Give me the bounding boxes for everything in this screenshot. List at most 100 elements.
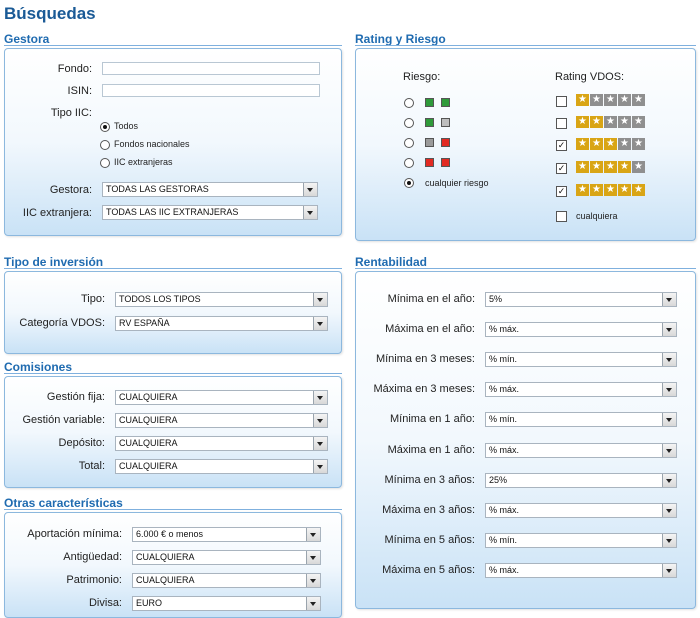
chevron-down-icon[interactable] (313, 437, 327, 450)
chevron-down-icon[interactable] (662, 504, 676, 517)
riesgo-radio-2[interactable] (404, 118, 414, 128)
gestora-select-value: TODAS LAS GESTORAS (106, 184, 209, 194)
rating-checkbox-1[interactable] (556, 96, 567, 107)
rentabilidad-select[interactable]: % máx. (485, 503, 677, 518)
riesgo-level-square-icon (441, 118, 450, 127)
rentabilidad-select[interactable]: % mín. (485, 352, 677, 367)
chevron-down-icon[interactable] (313, 414, 327, 427)
rating-checkbox-3[interactable]: ✓ (556, 140, 567, 151)
riesgo-radio-1[interactable] (404, 98, 414, 108)
star-icon: ★ (632, 138, 645, 150)
chevron-down-icon[interactable] (662, 353, 676, 366)
comisiones-heading: Comisiones (4, 360, 73, 374)
chevron-down-icon[interactable] (662, 383, 676, 396)
star-icon: ★ (632, 116, 645, 128)
chevron-down-icon[interactable] (662, 293, 676, 306)
rentabilidad-label: Mínima en 3 meses: (375, 353, 475, 365)
star-icon: ★ (632, 161, 645, 173)
chevron-down-icon[interactable] (313, 293, 327, 306)
star-icon: ★ (604, 116, 617, 128)
chevron-down-icon[interactable] (306, 597, 320, 610)
chevron-down-icon[interactable] (313, 460, 327, 473)
rentabilidad-select[interactable]: % máx. (485, 563, 677, 578)
star-icon: ★ (618, 161, 631, 173)
comisiones-divider (4, 373, 342, 374)
comision-select[interactable]: CUALQUIERA (115, 436, 328, 451)
comision-label: Gestión fija: (46, 391, 105, 403)
tipo-iic-radio-nacionales[interactable] (100, 140, 110, 150)
rentabilidad-select[interactable]: % mín. (485, 412, 677, 427)
star-icon: ★ (576, 184, 589, 196)
star-icon: ★ (590, 94, 603, 106)
chevron-down-icon[interactable] (662, 474, 676, 487)
chevron-down-icon[interactable] (303, 206, 317, 219)
iic-extranjera-select[interactable]: TODAS LAS IIC EXTRANJERAS (102, 205, 318, 220)
tipo-select-value: TODOS LOS TIPOS (119, 294, 201, 304)
categoria-select[interactable]: RV ESPAÑA (115, 316, 328, 331)
chevron-down-icon[interactable] (306, 528, 320, 541)
otras-heading: Otras características (4, 496, 123, 510)
star-icon: ★ (590, 161, 603, 173)
chevron-down-icon[interactable] (662, 413, 676, 426)
isin-input[interactable] (102, 84, 320, 97)
riesgo-radio-cualquier[interactable] (404, 178, 414, 188)
rentabilidad-select[interactable]: 25% (485, 473, 677, 488)
tipo-inversion-heading: Tipo de inversión (4, 255, 104, 269)
rentabilidad-select[interactable]: % máx. (485, 322, 677, 337)
page-title: Búsquedas (4, 4, 96, 23)
gestora-select[interactable]: TODAS LAS GESTORAS (102, 182, 318, 197)
rentabilidad-label: Máxima en 5 años: (382, 564, 475, 576)
rating-checkbox-4[interactable]: ✓ (556, 163, 567, 174)
rentabilidad-select[interactable]: % máx. (485, 382, 677, 397)
rating-checkbox-2[interactable] (556, 118, 567, 129)
chevron-down-icon[interactable] (313, 391, 327, 404)
riesgo-radio-4[interactable] (404, 158, 414, 168)
rating-heading: Rating y Riesgo (355, 32, 446, 46)
tipo-select[interactable]: TODOS LOS TIPOS (115, 292, 328, 307)
star-icon: ★ (604, 184, 617, 196)
otras-select[interactable]: CUALQUIERA (132, 550, 321, 565)
riesgo-radio-3[interactable] (404, 138, 414, 148)
otras-select[interactable]: EURO (132, 596, 321, 611)
rentabilidad-select[interactable]: % máx. (485, 443, 677, 458)
comision-select-value: CUALQUIERA (119, 415, 178, 425)
tipo-iic-radio-todos[interactable] (100, 122, 110, 132)
rentabilidad-select-value: % máx. (489, 505, 520, 515)
rentabilidad-divider (355, 268, 696, 269)
otras-select-value: 6.000 € o menos (136, 529, 204, 539)
chevron-down-icon[interactable] (662, 534, 676, 547)
chevron-down-icon[interactable] (662, 323, 676, 336)
chevron-down-icon[interactable] (662, 564, 676, 577)
tipo-iic-radio-extranjeras[interactable] (100, 158, 110, 168)
fondo-input[interactable] (102, 62, 320, 75)
rentabilidad-select[interactable]: 5% (485, 292, 677, 307)
comision-select[interactable]: CUALQUIERA (115, 413, 328, 428)
chevron-down-icon[interactable] (303, 183, 317, 196)
otras-select-value: CUALQUIERA (136, 552, 195, 562)
rating-checkbox-5[interactable]: ✓ (556, 186, 567, 197)
rentabilidad-select[interactable]: % mín. (485, 533, 677, 548)
riesgo-level-square-icon (441, 98, 450, 107)
rentabilidad-label: Mínima en 1 año: (390, 413, 475, 425)
otras-select[interactable]: CUALQUIERA (132, 573, 321, 588)
comision-select[interactable]: CUALQUIERA (115, 459, 328, 474)
otras-select[interactable]: 6.000 € o menos (132, 527, 321, 542)
riesgo-any-label: cualquier riesgo (425, 178, 489, 188)
otras-label: Antigüedad: (63, 551, 122, 563)
rentabilidad-select-value: 5% (489, 294, 503, 304)
comision-label: Total: (78, 460, 105, 472)
rentabilidad-heading: Rentabilidad (355, 255, 428, 269)
star-icon: ★ (618, 184, 631, 196)
star-icon: ★ (632, 94, 645, 106)
star-icon: ★ (576, 94, 589, 106)
otras-select-value: EURO (136, 598, 163, 608)
chevron-down-icon[interactable] (662, 444, 676, 457)
chevron-down-icon[interactable] (306, 574, 320, 587)
chevron-down-icon[interactable] (306, 551, 320, 564)
rentabilidad-select-value: % máx. (489, 445, 520, 455)
rating-checkbox-cualquiera[interactable] (556, 211, 567, 222)
star-icon: ★ (576, 116, 589, 128)
comision-select[interactable]: CUALQUIERA (115, 390, 328, 405)
chevron-down-icon[interactable] (313, 317, 327, 330)
gestora-divider (4, 45, 342, 46)
